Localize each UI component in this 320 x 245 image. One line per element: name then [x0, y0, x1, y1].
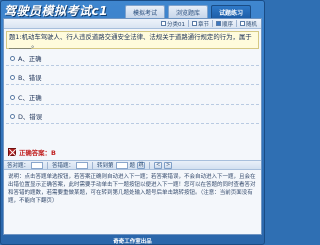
wrong-count-label: 答错题：	[52, 163, 75, 169]
checkbox-label: 随机	[245, 21, 257, 28]
checkbox-icon	[239, 21, 245, 26]
checkbox-icon	[191, 21, 197, 26]
practice-panel: 分类01 章节 顺序 随机 题1:机动车驾驶人、行人违反道路交通安全法律、法规关…	[3, 18, 262, 235]
app-window: 驾驶员模拟考试c1 模拟考试 浏览题库 试题练习 分类01 章节 顺序 随机 题…	[0, 0, 265, 245]
divider	[211, 20, 213, 27]
radio-icon	[10, 75, 15, 80]
navigation-bar: 答对题： 答错题： 转到第 题 跳 < >	[4, 160, 261, 170]
question-text: 题1:机动车驾驶人、行人违反道路交通安全法律、法规关于道路通行规定的行为，属于_…	[6, 31, 259, 49]
app-title: 驾驶员模拟考试c1	[4, 4, 108, 18]
correct-count-field	[31, 161, 44, 169]
tab-mock-exam[interactable]: 模拟考试	[125, 5, 165, 18]
option-label: C、正确	[18, 94, 42, 102]
divider	[92, 161, 94, 169]
answer-option-d[interactable]: D、错误	[6, 110, 259, 124]
divider	[187, 20, 189, 27]
prev-button[interactable]: <	[154, 161, 163, 169]
radio-icon	[10, 56, 15, 61]
checkbox-label: 顺序	[221, 21, 233, 28]
options-bar: 分类01 章节 顺序 随机	[4, 19, 261, 29]
wrong-count-field	[76, 161, 89, 169]
divider	[47, 161, 49, 169]
checkbox-label: 分类01	[166, 21, 185, 28]
instructions-text: 说明：点击答题单选按钮，若答案正确则自动进入下一题；若答案错误，不会自动进入下一…	[8, 174, 256, 204]
correct-count-label: 答对题：	[7, 163, 30, 169]
answer-option-a[interactable]: A、正确	[6, 52, 259, 66]
radio-icon	[10, 114, 15, 119]
jump-label: 转到第	[97, 163, 114, 169]
answer-option-b[interactable]: B、错误	[6, 71, 259, 85]
title-bar: 驾驶员模拟考试c1 模拟考试 浏览题库 试题练习	[1, 1, 264, 18]
sequential-checkbox[interactable]: 顺序	[215, 20, 233, 28]
correct-answer-text: 正确答案：B	[19, 148, 56, 157]
option-label: B、错误	[18, 74, 42, 82]
divider	[149, 161, 151, 169]
chapter-checkbox[interactable]: 章节	[191, 20, 209, 28]
jump-input[interactable]	[115, 161, 128, 169]
answer-option-c[interactable]: C、正确	[6, 91, 259, 105]
radio-icon	[10, 95, 15, 100]
option-label: A、正确	[18, 55, 42, 63]
checkbox-label: 章节	[197, 21, 209, 28]
jump-suffix: 题	[129, 163, 136, 169]
answer-feedback: 正确答案：B	[8, 147, 56, 157]
footer-credit: 奇奇工作室出品	[113, 238, 152, 245]
divider	[235, 20, 237, 27]
wrong-answer-icon	[8, 148, 16, 156]
tab-practice[interactable]: 试题练习	[211, 5, 251, 18]
jump-button[interactable]: 跳	[137, 161, 146, 169]
tab-browse-bank[interactable]: 浏览题库	[168, 5, 208, 18]
option-label: D、错误	[18, 113, 43, 121]
next-button[interactable]: >	[164, 161, 173, 169]
category-checkbox[interactable]: 分类01	[160, 20, 185, 28]
random-checkbox[interactable]: 随机	[239, 20, 257, 28]
tab-bar: 模拟考试 浏览题库 试题练习	[125, 5, 251, 19]
checkbox-icon	[215, 21, 221, 26]
checkbox-icon	[160, 21, 166, 26]
